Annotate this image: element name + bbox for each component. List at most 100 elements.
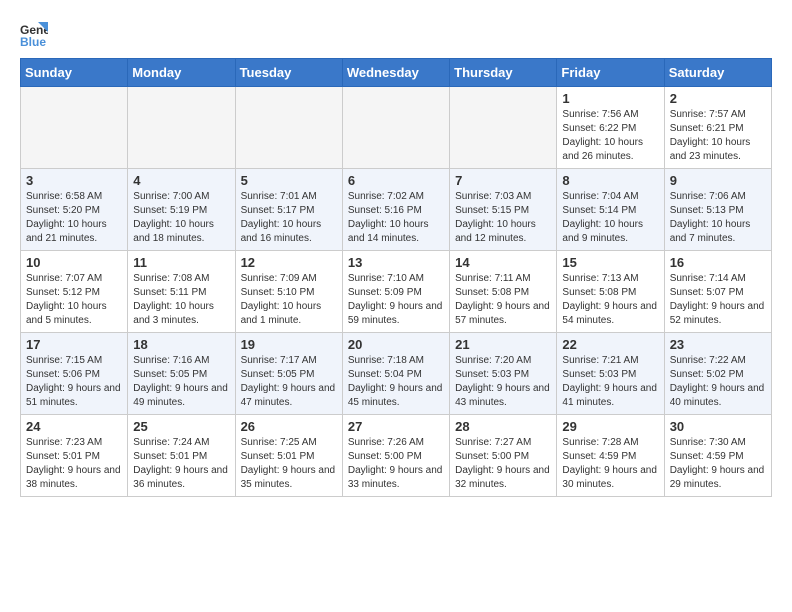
day-info: Sunrise: 7:18 AM Sunset: 5:04 PM Dayligh… — [348, 354, 444, 410]
day-number: 14 — [455, 255, 551, 270]
day-info: Sunrise: 7:14 AM Sunset: 5:07 PM Dayligh… — [670, 272, 766, 328]
day-info: Sunrise: 7:30 AM Sunset: 4:59 PM Dayligh… — [670, 436, 766, 492]
weekday-header-monday: Monday — [128, 59, 235, 87]
day-number: 1 — [562, 91, 658, 106]
day-info: Sunrise: 7:08 AM Sunset: 5:11 PM Dayligh… — [133, 272, 229, 328]
day-info: Sunrise: 7:11 AM Sunset: 5:08 PM Dayligh… — [455, 272, 551, 328]
day-number: 19 — [241, 337, 337, 352]
calendar-cell: 22 Sunrise: 7:21 AM Sunset: 5:03 PM Dayli… — [557, 333, 664, 415]
day-number: 5 — [241, 173, 337, 188]
week-row-1: 1 Sunrise: 7:56 AM Sunset: 6:22 PM Daylig… — [21, 87, 772, 169]
week-row-3: 10Sunrise: 7:07 AM Sunset: 5:12 PM Dayli… — [21, 251, 772, 333]
calendar-cell: 21 Sunrise: 7:20 AM Sunset: 5:03 PM Dayli… — [450, 333, 557, 415]
day-info: Sunrise: 7:04 AM Sunset: 5:14 PM Dayligh… — [562, 190, 658, 246]
day-info: Sunrise: 7:28 AM Sunset: 4:59 PM Dayligh… — [562, 436, 658, 492]
day-number: 21 — [455, 337, 551, 352]
day-info: Sunrise: 7:06 AM Sunset: 5:13 PM Dayligh… — [670, 190, 766, 246]
calendar-cell: 1 Sunrise: 7:56 AM Sunset: 6:22 PM Daylig… — [557, 87, 664, 169]
day-number: 16 — [670, 255, 766, 270]
calendar-cell: 27 Sunrise: 7:26 AM Sunset: 5:00 PM Dayli… — [342, 415, 449, 497]
day-info: Sunrise: 7:13 AM Sunset: 5:08 PM Dayligh… — [562, 272, 658, 328]
week-row-5: 24 Sunrise: 7:23 AM Sunset: 5:01 PM Dayli… — [21, 415, 772, 497]
day-number: 29 — [562, 419, 658, 434]
day-info: Sunrise: 7:56 AM Sunset: 6:22 PM Dayligh… — [562, 108, 658, 164]
day-info: Sunrise: 7:27 AM Sunset: 5:00 PM Dayligh… — [455, 436, 551, 492]
day-number: 12 — [241, 255, 337, 270]
weekday-header-wednesday: Wednesday — [342, 59, 449, 87]
header: General Blue — [20, 20, 772, 48]
day-info: Sunrise: 7:09 AM Sunset: 5:10 PM Dayligh… — [241, 272, 337, 328]
day-number: 27 — [348, 419, 444, 434]
day-number: 28 — [455, 419, 551, 434]
calendar-cell: 30 Sunrise: 7:30 AM Sunset: 4:59 PM Dayli… — [664, 415, 771, 497]
calendar-cell: 16 Sunrise: 7:14 AM Sunset: 5:07 PM Dayli… — [664, 251, 771, 333]
day-number: 2 — [670, 91, 766, 106]
calendar-cell: 6 Sunrise: 7:02 AM Sunset: 5:16 PM Daylig… — [342, 169, 449, 251]
day-number: 23 — [670, 337, 766, 352]
week-row-4: 17 Sunrise: 7:15 AM Sunset: 5:06 PM Dayli… — [21, 333, 772, 415]
calendar-cell: 26 Sunrise: 7:25 AM Sunset: 5:01 PM Dayli… — [235, 415, 342, 497]
calendar-cell: 12 Sunrise: 7:09 AM Sunset: 5:10 PM Dayli… — [235, 251, 342, 333]
day-info: Sunrise: 7:25 AM Sunset: 5:01 PM Dayligh… — [241, 436, 337, 492]
day-info: Sunrise: 7:07 AM Sunset: 5:12 PM Dayligh… — [26, 272, 122, 328]
calendar-cell: 20 Sunrise: 7:18 AM Sunset: 5:04 PM Dayli… — [342, 333, 449, 415]
calendar-cell — [450, 87, 557, 169]
day-info: Sunrise: 7:21 AM Sunset: 5:03 PM Dayligh… — [562, 354, 658, 410]
day-number: 20 — [348, 337, 444, 352]
calendar-cell: 25Sunrise: 7:24 AM Sunset: 5:01 PM Dayli… — [128, 415, 235, 497]
calendar-cell — [21, 87, 128, 169]
day-number: 18 — [133, 337, 229, 352]
calendar-cell: 24 Sunrise: 7:23 AM Sunset: 5:01 PM Dayli… — [21, 415, 128, 497]
day-info: Sunrise: 7:57 AM Sunset: 6:21 PM Dayligh… — [670, 108, 766, 164]
day-info: Sunrise: 7:17 AM Sunset: 5:05 PM Dayligh… — [241, 354, 337, 410]
weekday-header-row: SundayMondayTuesdayWednesdayThursdayFrid… — [21, 59, 772, 87]
calendar-cell — [342, 87, 449, 169]
calendar-cell: 7Sunrise: 7:03 AM Sunset: 5:15 PM Daylig… — [450, 169, 557, 251]
day-number: 4 — [133, 173, 229, 188]
day-info: Sunrise: 7:01 AM Sunset: 5:17 PM Dayligh… — [241, 190, 337, 246]
day-info: Sunrise: 7:16 AM Sunset: 5:05 PM Dayligh… — [133, 354, 229, 410]
calendar-cell: 29 Sunrise: 7:28 AM Sunset: 4:59 PM Dayli… — [557, 415, 664, 497]
day-number: 26 — [241, 419, 337, 434]
day-number: 8 — [562, 173, 658, 188]
svg-text:Blue: Blue — [20, 35, 46, 48]
day-info: Sunrise: 7:10 AM Sunset: 5:09 PM Dayligh… — [348, 272, 444, 328]
day-number: 24 — [26, 419, 122, 434]
calendar-cell: 10Sunrise: 7:07 AM Sunset: 5:12 PM Dayli… — [21, 251, 128, 333]
day-info: Sunrise: 7:03 AM Sunset: 5:15 PM Dayligh… — [455, 190, 551, 246]
day-info: Sunrise: 7:24 AM Sunset: 5:01 PM Dayligh… — [133, 436, 229, 492]
day-number: 9 — [670, 173, 766, 188]
day-info: Sunrise: 7:22 AM Sunset: 5:02 PM Dayligh… — [670, 354, 766, 410]
week-row-2: 3 Sunrise: 6:58 AM Sunset: 5:20 PM Daylig… — [21, 169, 772, 251]
day-number: 3 — [26, 173, 122, 188]
logo-icon: General Blue — [20, 20, 48, 48]
day-info: Sunrise: 6:58 AM Sunset: 5:20 PM Dayligh… — [26, 190, 122, 246]
day-info: Sunrise: 7:26 AM Sunset: 5:00 PM Dayligh… — [348, 436, 444, 492]
calendar-cell: 17 Sunrise: 7:15 AM Sunset: 5:06 PM Dayli… — [21, 333, 128, 415]
day-number: 22 — [562, 337, 658, 352]
day-info: Sunrise: 7:20 AM Sunset: 5:03 PM Dayligh… — [455, 354, 551, 410]
calendar-cell: 2 Sunrise: 7:57 AM Sunset: 6:21 PM Daylig… — [664, 87, 771, 169]
calendar-cell: 13 Sunrise: 7:10 AM Sunset: 5:09 PM Dayli… — [342, 251, 449, 333]
day-number: 30 — [670, 419, 766, 434]
day-number: 6 — [348, 173, 444, 188]
calendar: SundayMondayTuesdayWednesdayThursdayFrid… — [20, 58, 772, 497]
day-number: 15 — [562, 255, 658, 270]
logo: General Blue — [20, 20, 54, 48]
calendar-cell: 19 Sunrise: 7:17 AM Sunset: 5:05 PM Dayli… — [235, 333, 342, 415]
weekday-header-sunday: Sunday — [21, 59, 128, 87]
calendar-cell: 15 Sunrise: 7:13 AM Sunset: 5:08 PM Dayli… — [557, 251, 664, 333]
day-number: 11 — [133, 255, 229, 270]
calendar-cell: 11 Sunrise: 7:08 AM Sunset: 5:11 PM Dayli… — [128, 251, 235, 333]
day-number: 13 — [348, 255, 444, 270]
calendar-cell — [128, 87, 235, 169]
day-info: Sunrise: 7:15 AM Sunset: 5:06 PM Dayligh… — [26, 354, 122, 410]
calendar-cell: 18 Sunrise: 7:16 AM Sunset: 5:05 PM Dayli… — [128, 333, 235, 415]
day-number: 17 — [26, 337, 122, 352]
day-info: Sunrise: 7:23 AM Sunset: 5:01 PM Dayligh… — [26, 436, 122, 492]
calendar-cell: 3 Sunrise: 6:58 AM Sunset: 5:20 PM Daylig… — [21, 169, 128, 251]
calendar-cell: 28 Sunrise: 7:27 AM Sunset: 5:00 PM Dayli… — [450, 415, 557, 497]
day-info: Sunrise: 7:02 AM Sunset: 5:16 PM Dayligh… — [348, 190, 444, 246]
weekday-header-tuesday: Tuesday — [235, 59, 342, 87]
weekday-header-thursday: Thursday — [450, 59, 557, 87]
